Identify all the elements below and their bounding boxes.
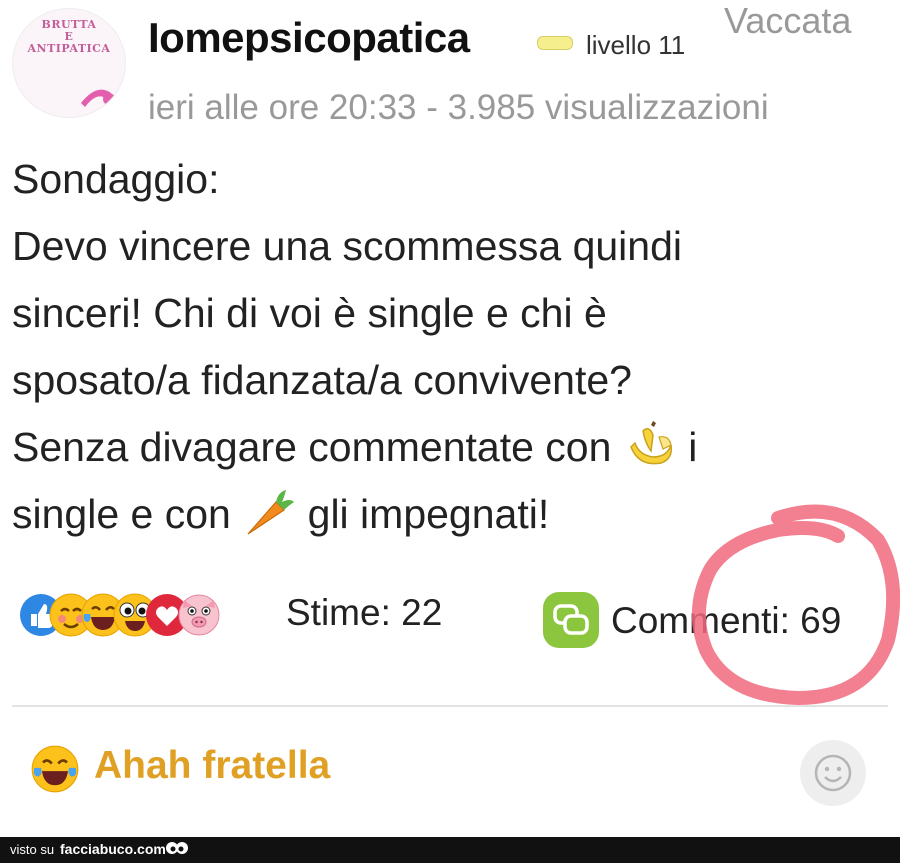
pointing-hand-icon — [81, 89, 115, 107]
avatar-line-3: ANTIPATICA — [27, 42, 111, 55]
post-line-6: single e con gli impegnati! — [12, 481, 872, 548]
post-line-6-tail: gli impegnati! — [307, 491, 550, 537]
comments-count[interactable]: Commenti: 69 — [611, 600, 841, 642]
post-line-3: sinceri! Chi di voi è single e chi è — [12, 290, 607, 336]
footer-site[interactable]: facciabuco.com — [60, 841, 166, 857]
avatar-text: BRUTTA E ANTIPATICA — [13, 19, 125, 55]
post-line-2: Devo vincere una scommessa quindi — [12, 223, 682, 269]
footer-bar: visto su facciabuco.com — [0, 837, 900, 863]
post-line-4: sposato/a fidanzata/a convivente? — [12, 357, 632, 403]
eyes-logo-icon — [166, 842, 188, 854]
category-tag[interactable]: Vaccata — [724, 0, 851, 42]
carrot-icon — [247, 490, 295, 535]
banana-icon — [629, 421, 672, 465]
post-line-5-tail: i — [688, 424, 698, 470]
emoji-picker-button[interactable] — [800, 740, 866, 806]
username[interactable]: Iomepsicopatica — [148, 14, 470, 62]
avatar[interactable]: BRUTTA E ANTIPATICA — [12, 8, 126, 118]
post-meta: ieri alle ore 20:33 - 3.985 visualizzazi… — [148, 88, 769, 127]
post-body: Sondaggio: Devo vincere una scommessa qu… — [12, 146, 872, 548]
pig-icon[interactable] — [176, 592, 222, 638]
divider — [12, 705, 888, 707]
post-line-1: Sondaggio: — [12, 156, 220, 202]
comment-icon[interactable] — [543, 592, 599, 648]
post-line-5: Senza divagare commentate con i — [12, 414, 872, 481]
level-label: livello 11 — [586, 30, 686, 60]
reactions-bar[interactable] — [18, 588, 258, 642]
tears-of-joy-icon — [31, 745, 79, 793]
reply-input-text[interactable]: Ahah fratella — [94, 744, 330, 788]
footer-visto: visto su — [10, 842, 55, 857]
post-line-5-text: Senza divagare commentate con — [12, 424, 612, 470]
smiley-icon — [814, 754, 852, 792]
post-line-6-text: single e con — [12, 491, 231, 537]
likes-count[interactable]: Stime: 22 — [286, 592, 442, 634]
level-badge-icon — [537, 36, 573, 50]
